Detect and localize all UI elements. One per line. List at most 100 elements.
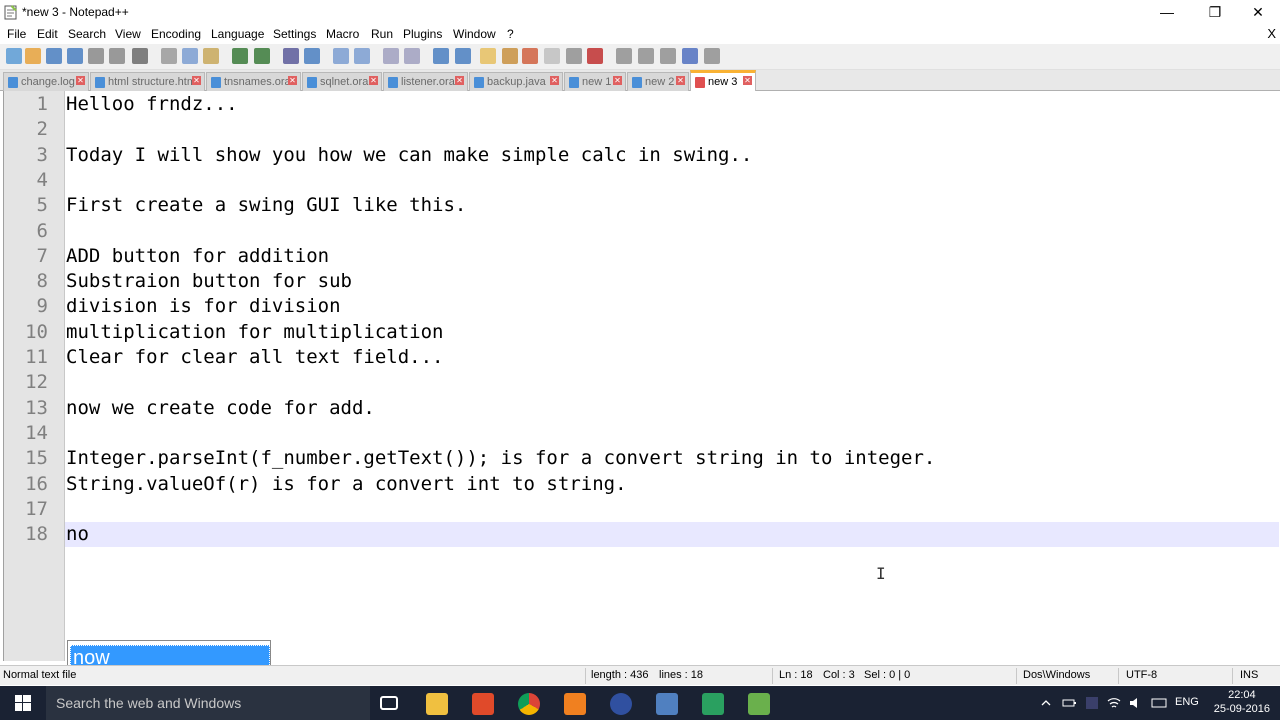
tab-html-structure[interactable]: html structure.html ✕	[90, 72, 205, 91]
sync-h-icon[interactable]	[404, 48, 420, 64]
code-line[interactable]: String.valueOf(r) is for a convert int t…	[66, 472, 627, 497]
folder-workspace-icon[interactable]	[566, 48, 582, 64]
edge-icon[interactable]	[702, 693, 724, 715]
code-line[interactable]: ADD button for addition	[66, 244, 329, 269]
tab-new-3[interactable]: new 3 ✕	[690, 70, 756, 91]
title-bar: *new 3 - Notepad++ — ❐ ✕	[0, 0, 1280, 24]
battery-icon[interactable]	[1062, 697, 1076, 709]
menu-help[interactable]: ?	[507, 27, 514, 41]
tab-tnsnames[interactable]: tnsnames.ora ✕	[206, 72, 301, 91]
code-line[interactable]: Today I will show you how we can make si…	[66, 143, 752, 168]
udl-icon[interactable]	[502, 48, 518, 64]
minimize-button[interactable]: —	[1144, 0, 1190, 24]
editor[interactable]: 1 2 3 4 5 6 7 8 9 10 11 12 13 14 15 16 17 18 Helloo frndz…	[3, 91, 1280, 671]
menu-settings[interactable]: Settings	[273, 27, 316, 41]
volume-icon[interactable]	[1128, 696, 1142, 710]
zoom-in-icon[interactable]	[333, 48, 349, 64]
menu-edit[interactable]: Edit	[37, 27, 58, 41]
close-all-icon[interactable]	[109, 48, 125, 64]
menu-window[interactable]: Window	[453, 27, 496, 41]
tab-change-log[interactable]: change.log ✕	[3, 72, 89, 91]
new-file-icon[interactable]	[6, 48, 22, 64]
play-macro-icon[interactable]	[660, 48, 676, 64]
word-wrap-icon[interactable]	[433, 48, 449, 64]
record-macro-icon[interactable]	[616, 48, 632, 64]
sync-v-icon[interactable]	[383, 48, 399, 64]
close-window-button[interactable]: ✕	[1235, 0, 1280, 24]
store-icon[interactable]	[472, 693, 494, 715]
chevron-up-icon[interactable]	[1040, 697, 1052, 709]
monitor-icon[interactable]	[587, 48, 603, 64]
wifi-icon[interactable]	[1107, 696, 1121, 710]
restore-button[interactable]: ❐	[1192, 0, 1238, 24]
close-document-button[interactable]: X	[1267, 26, 1276, 41]
print-icon[interactable]	[132, 48, 148, 64]
menu-plugins[interactable]: Plugins	[403, 27, 442, 41]
code-line[interactable]: multiplication for multiplication	[66, 320, 444, 345]
cut-icon[interactable]	[161, 48, 177, 64]
taskbar-search-box[interactable]: Search the web and Windows	[46, 686, 370, 720]
app-tray-icon[interactable]	[1085, 696, 1099, 710]
tab-close-icon[interactable]: ✕	[676, 76, 685, 85]
copy-icon[interactable]	[182, 48, 198, 64]
menu-encoding[interactable]: Encoding	[151, 27, 201, 41]
open-file-icon[interactable]	[25, 48, 41, 64]
tab-backup-java[interactable]: backup.java ✕	[469, 72, 563, 91]
clock[interactable]: 22:04 25-09-2016	[1214, 688, 1270, 716]
save-macro-icon[interactable]	[704, 48, 720, 64]
vlc-icon[interactable]	[564, 693, 586, 715]
tab-close-icon[interactable]: ✕	[369, 76, 378, 85]
tab-listener[interactable]: listener.ora ✕	[383, 72, 468, 91]
indent-guide-icon[interactable]	[480, 48, 496, 64]
code-line[interactable]: Helloo frndz...	[66, 92, 238, 117]
zoom-out-icon[interactable]	[354, 48, 370, 64]
notepadpp-icon[interactable]	[748, 693, 770, 715]
paste-icon[interactable]	[203, 48, 219, 64]
file-explorer-icon[interactable]	[426, 693, 448, 715]
undo-icon[interactable]	[232, 48, 248, 64]
find-icon[interactable]	[283, 48, 299, 64]
menu-file[interactable]: File	[7, 27, 26, 41]
task-view-icon[interactable]	[380, 696, 398, 710]
replace-icon[interactable]	[304, 48, 320, 64]
menu-run[interactable]: Run	[371, 27, 393, 41]
run-macro-multiple-icon[interactable]	[682, 48, 698, 64]
tab-close-icon[interactable]: ✕	[192, 76, 201, 85]
line-number: 13	[25, 396, 48, 419]
tab-new-1[interactable]: new 1 ✕	[564, 72, 626, 91]
code-line[interactable]: division is for division	[66, 294, 341, 319]
menu-macro[interactable]: Macro	[326, 27, 359, 41]
tab-close-icon[interactable]: ✕	[455, 76, 464, 85]
tab-close-icon[interactable]: ✕	[613, 76, 622, 85]
tab-close-icon[interactable]: ✕	[743, 76, 752, 85]
tab-close-icon[interactable]: ✕	[76, 76, 85, 85]
language-indicator[interactable]: ENG	[1175, 696, 1199, 708]
function-list-icon[interactable]	[544, 48, 560, 64]
start-button[interactable]	[0, 686, 46, 720]
code-line[interactable]: Integer.parseInt(f_number.getText()); is…	[66, 446, 935, 471]
code-line[interactable]: no	[66, 522, 89, 547]
tab-close-icon[interactable]: ✕	[288, 76, 297, 85]
menu-view[interactable]: View	[115, 27, 141, 41]
tab-new-2[interactable]: new 2 ✕	[627, 72, 689, 91]
keyboard-icon[interactable]	[1151, 696, 1167, 710]
code-line[interactable]: First create a swing GUI like this.	[66, 193, 466, 218]
stop-record-icon[interactable]	[638, 48, 654, 64]
tab-sqlnet[interactable]: sqlnet.ora ✕	[302, 72, 382, 91]
close-icon[interactable]	[88, 48, 104, 64]
code-line[interactable]: Substraion button for sub	[66, 269, 352, 294]
eclipse-icon[interactable]	[610, 693, 632, 715]
save-icon[interactable]	[46, 48, 62, 64]
doc-map-icon[interactable]	[522, 48, 538, 64]
menu-search[interactable]: Search	[68, 27, 106, 41]
code-line[interactable]: Clear for clear all text field...	[66, 345, 444, 370]
chrome-icon[interactable]	[518, 693, 540, 715]
code-line[interactable]: now we create code for add.	[66, 396, 375, 421]
menu-language[interactable]: Language	[211, 27, 264, 41]
tab-close-icon[interactable]: ✕	[550, 76, 559, 85]
virtualbox-icon[interactable]	[656, 693, 678, 715]
show-all-chars-icon[interactable]	[455, 48, 471, 64]
save-all-icon[interactable]	[67, 48, 83, 64]
redo-icon[interactable]	[254, 48, 270, 64]
eol-format: Dos\Windows	[1023, 669, 1091, 681]
